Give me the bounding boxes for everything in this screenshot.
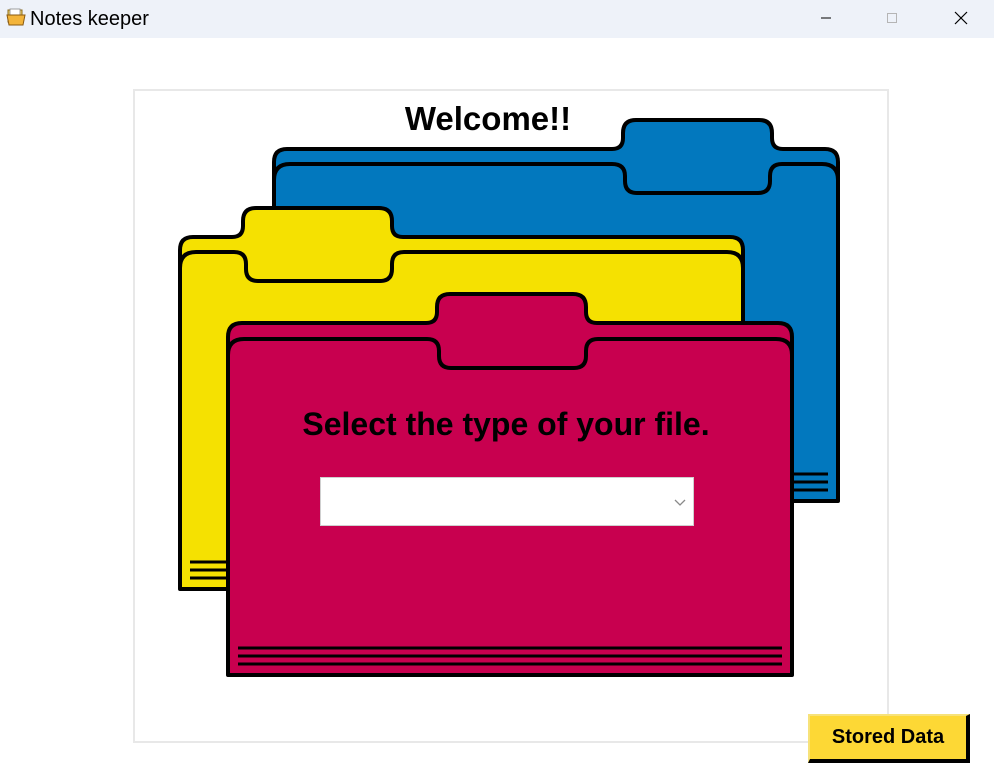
stored-data-button[interactable]: Stored Data (808, 714, 970, 763)
app-window: Notes keeper Welcome!! Select the type o… (0, 0, 994, 772)
file-type-prompt: Select the type of your file. (302, 406, 710, 442)
welcome-heading: Welcome!! (404, 100, 572, 137)
file-type-select[interactable] (320, 477, 694, 526)
chevron-down-icon (674, 499, 686, 506)
